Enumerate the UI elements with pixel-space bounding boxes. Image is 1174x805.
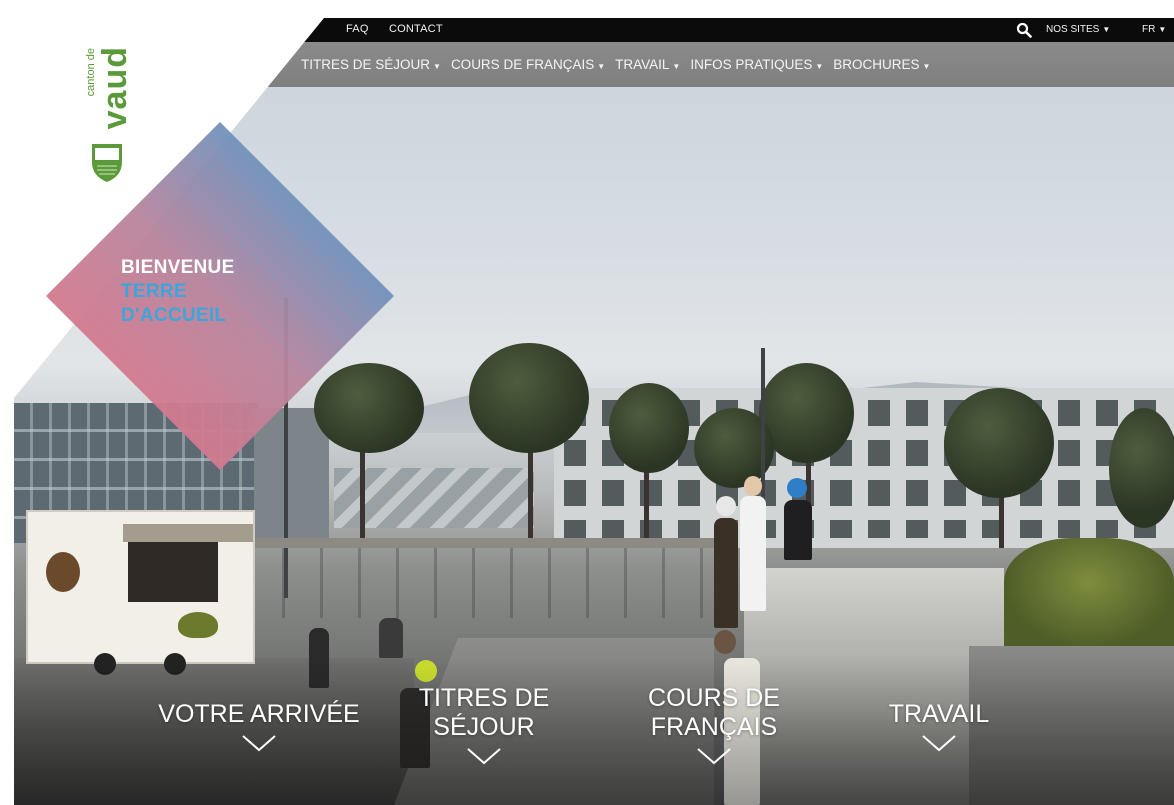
helmet	[716, 496, 736, 516]
nav-item-label: TRAVAIL	[615, 57, 670, 72]
cta-label: TITRES DE	[418, 684, 550, 712]
page-frame: FAQ CONTACT NOS SITES ▼ FR ▼ TITRES DE SÉJ…	[14, 18, 1174, 805]
food-truck-illustration	[46, 552, 80, 592]
caret-down-icon: ▼	[815, 62, 824, 71]
search-icon	[1016, 22, 1032, 38]
welcome-heading: BIENVENUE TERRE D'ACCUEIL	[121, 256, 235, 328]
cta-votre-arrivee[interactable]: VOTRE ARRIVÉE	[139, 700, 379, 753]
cta-label: VOTRE ARRIVÉE	[158, 700, 360, 728]
nav-item-label: INFOS PRATIQUES	[690, 57, 813, 72]
nav-item-label: BROCHURES	[833, 57, 920, 72]
food-truck-window	[128, 542, 218, 602]
caret-down-icon: ▼	[1102, 25, 1111, 34]
nav-item-infos-pratiques[interactable]: INFOS PRATIQUES ▼	[690, 57, 823, 72]
nav-item-cours-de-francais[interactable]: COURS DE FRANÇAIS ▼	[451, 57, 605, 72]
caret-down-icon: ▼	[597, 62, 606, 71]
cta-cours-de-francais[interactable]: COURS DE FRANÇAIS	[624, 684, 804, 766]
welcome-line-3: D'ACCUEIL	[121, 305, 227, 326]
cta-titres-de-sejour[interactable]: TITRES DE SÉJOUR	[394, 684, 574, 766]
person	[379, 618, 403, 658]
person	[740, 496, 766, 611]
cta-label: TRAVAIL	[888, 700, 990, 728]
person	[714, 518, 738, 628]
food-truck	[26, 510, 255, 664]
caret-down-icon: ▼	[1158, 25, 1167, 34]
tree	[944, 388, 1054, 498]
cta-label: FRANÇAIS	[650, 713, 778, 741]
caret-down-icon: ▼	[433, 62, 441, 71]
nav-item-travail[interactable]: TRAVAIL ▼	[615, 57, 680, 72]
tree	[469, 343, 589, 453]
chevron-down-icon	[242, 735, 276, 752]
caret-down-icon: ▼	[922, 62, 931, 71]
cta-label: SÉJOUR	[433, 713, 535, 741]
tree	[1109, 408, 1174, 528]
food-truck-awning	[123, 524, 253, 542]
helmet	[787, 478, 807, 498]
welcome-line-2: TERRE	[121, 281, 187, 302]
head	[714, 630, 736, 654]
nav-item-brochures[interactable]: BROCHURES ▼	[833, 57, 930, 72]
caret-down-icon: ▼	[672, 62, 681, 71]
chevron-down-icon	[467, 748, 501, 765]
hedge	[1004, 538, 1174, 648]
food-truck-illustration	[178, 612, 218, 638]
tree	[609, 383, 689, 473]
cta-label: COURS DE	[648, 684, 780, 712]
logo-big-text: vaud	[96, 46, 134, 130]
bike-shelter	[244, 538, 714, 548]
language-dropdown[interactable]: FR ▼	[1142, 24, 1166, 35]
search-button[interactable]	[1016, 22, 1032, 38]
person	[784, 500, 812, 560]
welcome-line-1: BIENVENUE	[121, 257, 235, 278]
language-label: FR	[1142, 24, 1156, 35]
cta-travail[interactable]: TRAVAIL	[849, 700, 1029, 753]
head	[744, 476, 762, 496]
nos-sites-label: NOS SITES	[1046, 24, 1100, 35]
nos-sites-dropdown[interactable]: NOS SITES ▼	[1046, 24, 1110, 35]
nav-item-label: COURS DE FRANÇAIS	[450, 57, 595, 72]
bike-shelter-posts	[244, 548, 714, 618]
chevron-down-icon	[922, 735, 956, 752]
chevron-down-icon	[697, 748, 731, 765]
